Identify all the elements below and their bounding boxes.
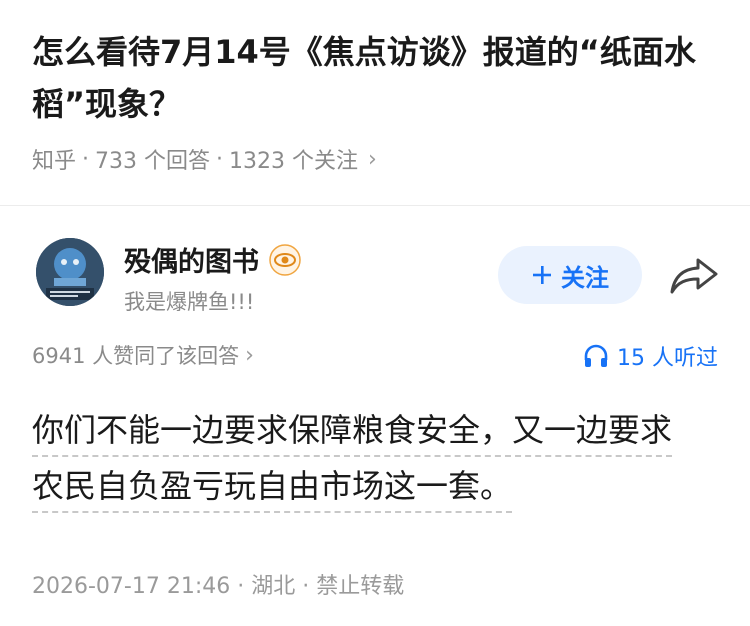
chevron-right-icon: › xyxy=(368,146,377,172)
author-name[interactable]: 殁偶的图书 xyxy=(124,240,259,279)
meta-separator: · xyxy=(216,146,224,172)
follow-label: 关注 xyxy=(561,263,609,292)
headphones-icon xyxy=(584,344,608,367)
share-icon[interactable] xyxy=(668,254,720,298)
question-meta[interactable]: 知乎 · 733 个回答 · 1323 个关注 › xyxy=(32,143,377,175)
listen-button[interactable]: 15 人听过 xyxy=(583,340,718,372)
follower-count: 1323 个关注 xyxy=(229,149,358,174)
plus-icon xyxy=(533,266,551,284)
answer-content[interactable]: 你们不能一边要求保障粮食安全，又一边要求 农民自负盈亏玩自由市场这一套。 xyxy=(32,402,722,514)
question-title[interactable]: 怎么看待7月14号《焦点访谈》报道的“纸面水稻”现象？ xyxy=(32,26,722,130)
source-label: 知乎 xyxy=(32,149,77,174)
avatar-image xyxy=(36,238,104,306)
listener-count: 15 人听过 xyxy=(617,346,718,371)
answer-line: 农民自负盈亏玩自由市场这一套。 xyxy=(32,467,513,513)
author-bio: 我是爆牌鱼!!! xyxy=(124,290,255,314)
avatar[interactable] xyxy=(36,238,104,306)
answer-line: 你们不能一边要求保障粮食安全，又一边要求 xyxy=(32,411,673,457)
divider xyxy=(0,205,750,206)
answer-footer: 2026-07-17 21:46 · 湖北 · 禁止转载 xyxy=(32,574,405,599)
vote-summary[interactable]: 6941 人赞同了该回答 › xyxy=(32,340,254,370)
vote-count: 6941 人赞同了该回答 xyxy=(32,344,240,368)
answer-count: 733 个回答 xyxy=(95,149,211,174)
chevron-right-icon: › xyxy=(245,342,254,368)
author-name-row[interactable]: 殁偶的图书 xyxy=(124,240,301,279)
badge-eye-icon xyxy=(269,243,301,276)
follow-button[interactable]: 关注 xyxy=(498,246,642,304)
meta-separator: · xyxy=(82,146,90,172)
